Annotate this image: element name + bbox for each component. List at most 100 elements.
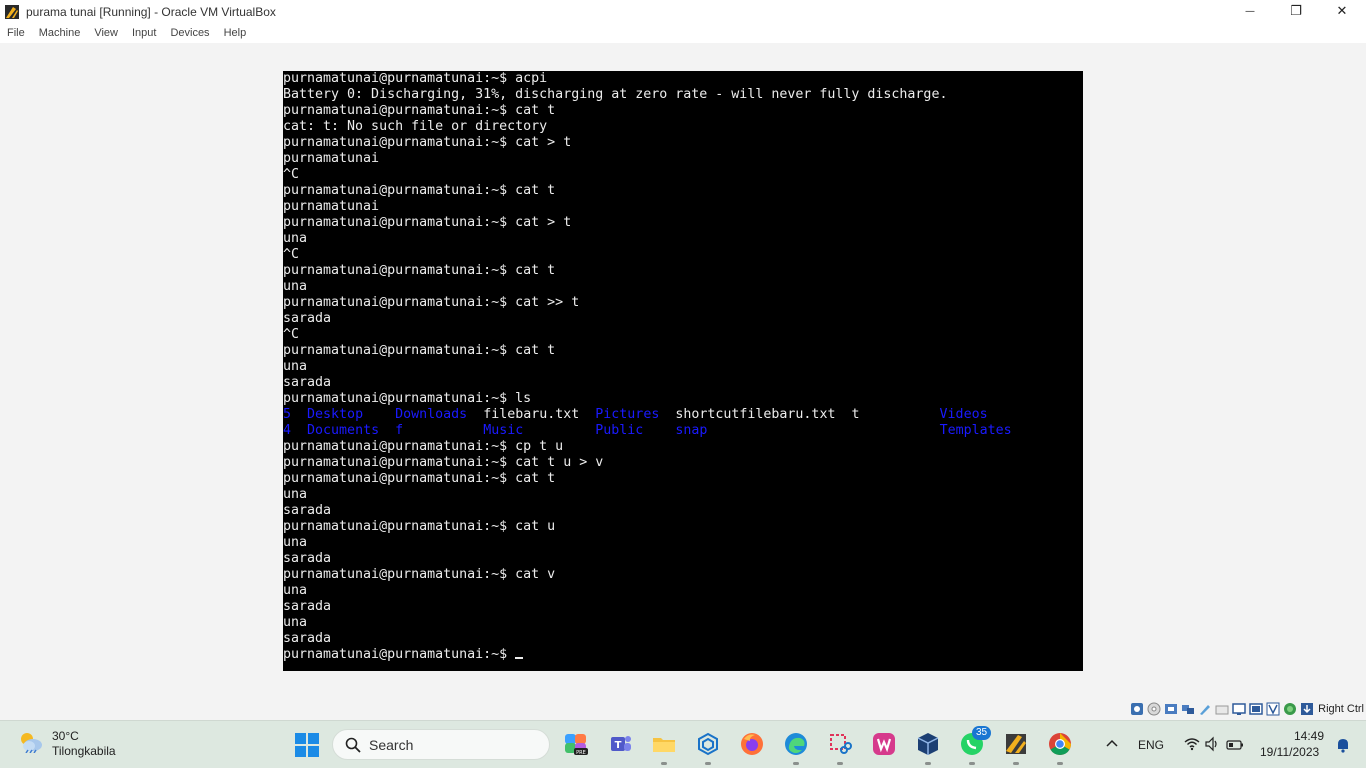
menu-input[interactable]: Input xyxy=(125,23,163,43)
display-icon[interactable] xyxy=(1231,702,1246,717)
terminal-prompt-line[interactable]: purnamatunai@purnamatunai:~$ xyxy=(283,647,1012,663)
close-icon: ✕ xyxy=(1336,4,1348,19)
terminal-line: purnamatunai@purnamatunai:~$ cat u xyxy=(283,519,556,534)
taskbar-search-box[interactable]: Search xyxy=(332,729,550,760)
copilot-app-icon[interactable]: PRE xyxy=(562,730,590,758)
guest-additions-icon[interactable] xyxy=(1265,702,1280,717)
chrome-app-icon[interactable] xyxy=(1046,730,1074,765)
terminal-line: cat: t: No such file or directory xyxy=(283,119,548,134)
menu-view[interactable]: View xyxy=(87,23,125,43)
minimize-button[interactable]: — xyxy=(1227,0,1273,23)
edge-app-icon[interactable] xyxy=(782,730,810,765)
system-tray: ENG 14:49 19/11/2023 xyxy=(1100,721,1366,768)
terminal-prompt: purnamatunai@purnamatunai:~$ xyxy=(283,647,516,662)
terminal-line: purnamatunai@purnamatunai:~$ cat t xyxy=(283,263,556,278)
vscode-app-icon[interactable] xyxy=(694,730,722,765)
running-indicator xyxy=(969,762,975,765)
menu-help[interactable]: Help xyxy=(217,23,254,43)
host-key-label[interactable]: Right Ctrl xyxy=(1318,703,1364,715)
running-indicator xyxy=(705,762,711,765)
weather-icon xyxy=(18,731,44,757)
notification-bell-icon[interactable] xyxy=(1336,737,1350,757)
cpu-icon[interactable] xyxy=(1282,702,1297,717)
windows-taskbar: 30°C Tilongkabila Search PRE T 35 ENG 14… xyxy=(0,720,1366,768)
terminal-line: purnamatunai@purnamatunai:~$ cat t xyxy=(283,183,556,198)
terminal-line: sarada xyxy=(283,311,332,326)
menu-devices[interactable]: Devices xyxy=(163,23,216,43)
terminal-output: purnamatunai@purnamatunai:~$ acpi Battery… xyxy=(283,71,1012,663)
usb-icon[interactable] xyxy=(1197,702,1212,717)
weather-widget[interactable]: 30°C Tilongkabila xyxy=(18,729,116,759)
minimize-icon: — xyxy=(1245,6,1255,17)
video-capture-icon[interactable] xyxy=(1248,702,1263,717)
terminal-line: purnamatunai@purnamatunai:~$ cat >> t xyxy=(283,295,580,310)
running-indicator xyxy=(1057,762,1063,765)
running-indicator xyxy=(661,762,667,765)
shared-folders-icon[interactable] xyxy=(1214,702,1229,717)
terminal-line: sarada xyxy=(283,551,332,566)
mouse-integration-icon[interactable] xyxy=(1299,702,1314,717)
running-indicator xyxy=(925,762,931,765)
language-indicator[interactable]: ENG xyxy=(1138,738,1164,752)
terminal-line: purnamatunai@purnamatunai:~$ cat t u > v xyxy=(283,455,604,470)
file-explorer-app-icon[interactable] xyxy=(650,730,678,765)
teams-app-icon[interactable]: T xyxy=(606,730,634,758)
wifi-icon[interactable] xyxy=(1184,736,1200,756)
close-button[interactable]: ✕ xyxy=(1319,0,1365,23)
chevron-up-icon[interactable] xyxy=(1105,736,1121,752)
restore-icon: ❐ xyxy=(1290,4,1302,19)
ls-entry: shortcutfilebaru.txt xyxy=(675,407,836,422)
ls-entry: Pictures xyxy=(595,407,660,422)
snipping-tool-app-icon[interactable] xyxy=(826,730,854,765)
winrar-app-icon[interactable] xyxy=(1002,730,1030,765)
window-title: purama tunai [Running] - Oracle VM Virtu… xyxy=(26,4,276,19)
notification-badge: 35 xyxy=(972,726,992,740)
ls-entry: Public xyxy=(595,423,644,438)
ls-entry: Documents xyxy=(307,423,380,438)
vm-display-area: purnamatunai@purnamatunai:~$ acpi Battery… xyxy=(0,43,1366,698)
start-button[interactable] xyxy=(295,733,319,757)
terminal-line: una xyxy=(283,359,308,374)
weather-temperature: 30°C xyxy=(52,729,79,743)
firefox-app-icon[interactable] xyxy=(738,730,766,758)
hard-disk-icon[interactable] xyxy=(1129,702,1144,717)
network-icon[interactable] xyxy=(1180,702,1195,717)
terminal-line: purnamatunai@purnamatunai:~$ cat v xyxy=(283,567,556,582)
restore-button[interactable]: ❐ xyxy=(1273,0,1319,23)
whatsapp-app-icon[interactable]: 35 xyxy=(958,726,992,765)
audio-icon[interactable] xyxy=(1163,702,1178,717)
terminal-line: purnamatunai xyxy=(283,199,380,214)
terminal-line: Battery 0: Discharging, 31%, discharging… xyxy=(283,87,948,102)
terminal-line: una xyxy=(283,487,308,502)
terminal-line: una xyxy=(283,279,308,294)
ls-output-row: 4 Documents f Music Public snap Template… xyxy=(283,423,1012,439)
terminal-line: una xyxy=(283,231,308,246)
terminal-line: purnamatunai@purnamatunai:~$ cat t xyxy=(283,471,556,486)
svg-text:PRE: PRE xyxy=(576,750,586,756)
ls-entry: 4 xyxy=(283,423,292,438)
ls-entry: Templates xyxy=(939,423,1012,438)
vm-terminal-screen[interactable]: purnamatunai@purnamatunai:~$ acpi Battery… xyxy=(283,71,1083,671)
terminal-line: una xyxy=(283,535,308,550)
optical-drive-icon[interactable] xyxy=(1146,702,1161,717)
battery-icon[interactable] xyxy=(1226,737,1244,756)
menu-machine[interactable]: Machine xyxy=(32,23,88,43)
clock-date[interactable]: 19/11/2023 xyxy=(1260,745,1319,759)
ls-entry: Videos xyxy=(939,407,988,422)
terminal-cursor xyxy=(515,657,524,659)
svg-text:T: T xyxy=(615,740,622,751)
volume-icon[interactable] xyxy=(1204,736,1220,756)
terminal-line: ^C xyxy=(283,327,300,342)
clock-time[interactable]: 14:49 xyxy=(1294,729,1324,743)
ls-output-row: 5 Desktop Downloads filebaru.txt Picture… xyxy=(283,407,1012,423)
terminal-line: purnamatunai xyxy=(283,151,380,166)
wps-office-app-icon[interactable] xyxy=(870,730,898,758)
windows-logo-icon xyxy=(295,733,319,757)
terminal-line: una xyxy=(283,615,308,630)
menu-bar: File Machine View Input Devices Help xyxy=(0,23,1366,43)
window-title-bar[interactable]: purama tunai [Running] - Oracle VM Virtu… xyxy=(0,0,1366,23)
terminal-line: purnamatunai@purnamatunai:~$ cp t u xyxy=(283,439,564,454)
terminal-line: purnamatunai@purnamatunai:~$ cat > t xyxy=(283,135,572,150)
virtualbox-app-icon[interactable] xyxy=(914,730,942,765)
menu-file[interactable]: File xyxy=(0,23,32,43)
